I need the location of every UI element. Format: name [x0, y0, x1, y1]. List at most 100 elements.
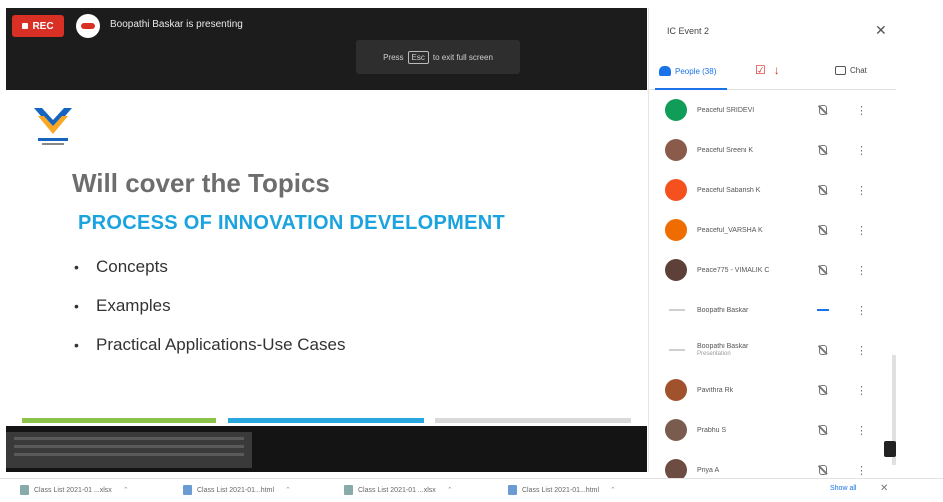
- more-options-icon[interactable]: ⋮: [856, 344, 867, 357]
- mic-off-icon[interactable]: [819, 385, 827, 395]
- mic-off-icon[interactable]: [819, 185, 827, 195]
- panel-actions: ☑ ↓: [755, 63, 780, 77]
- participant-name: Peaceful SRIDEVI: [697, 106, 755, 114]
- tab-chat-label: Chat: [850, 66, 867, 75]
- participant-row[interactable]: Boopathi Baskar Presentation ⋮: [649, 330, 896, 370]
- mic-off-icon[interactable]: [819, 345, 827, 355]
- esc-key: Esc: [407, 50, 429, 64]
- more-options-icon[interactable]: ⋮: [856, 104, 867, 117]
- presenting-status: Boopathi Baskar is presenting: [110, 19, 243, 30]
- more-options-icon[interactable]: ⋮: [856, 144, 867, 157]
- participant-row[interactable]: Peace775 - VIMALIK C ⋮: [649, 250, 896, 290]
- mic-off-icon[interactable]: [819, 225, 827, 235]
- panel-tabs: People (38) ☑ ↓ Chat: [649, 60, 896, 90]
- mic-off-icon[interactable]: [819, 145, 827, 155]
- panel-title: IC Event 2: [667, 26, 710, 36]
- avatar: [665, 139, 687, 161]
- chevron-up-icon[interactable]: ⌃: [447, 486, 453, 494]
- participant-name: Peaceful_VARSHA K: [697, 226, 763, 234]
- participant-row[interactable]: Peaceful Sreeni K ⋮: [649, 130, 896, 170]
- tab-chat[interactable]: Chat: [835, 66, 867, 75]
- tab-people-label: People (38): [675, 66, 717, 76]
- avatar: [665, 99, 687, 121]
- participant-list: Peaceful SRIDEVI ⋮ Peaceful Sreeni K ⋮ Peace…: [649, 90, 896, 490]
- slide-title: Will cover the Topics: [72, 168, 330, 198]
- mic-off-icon[interactable]: [819, 465, 827, 475]
- avatar: [665, 419, 687, 441]
- slide-accent-bar-grey: [435, 418, 631, 423]
- participant-name: Pavithra Rk: [697, 386, 734, 394]
- participant-role: Presentation: [697, 351, 731, 357]
- download-item[interactable]: Class List 2021-01...html ⌃: [183, 485, 291, 495]
- presentation-stage: REC Boopathi Baskar is presenting Press …: [6, 8, 647, 472]
- participant-row[interactable]: Peaceful Sabarish K ⋮: [649, 170, 896, 210]
- download-arrow-icon[interactable]: ↓: [774, 63, 780, 77]
- chat-icon: [835, 66, 846, 75]
- file-icon: [508, 485, 517, 495]
- bullet-item: • Concepts: [74, 257, 168, 276]
- institution-logo: [34, 108, 72, 145]
- more-options-icon[interactable]: ⋮: [856, 184, 867, 197]
- slide-accent-bar-green: [22, 418, 216, 423]
- show-all-link[interactable]: Show all: [830, 485, 856, 492]
- participant-row[interactable]: Peaceful SRIDEVI ⋮: [649, 90, 896, 130]
- close-icon[interactable]: ✕: [880, 483, 888, 494]
- chevron-up-icon[interactable]: ⌃: [610, 486, 616, 494]
- participant-name: Peace775 - VIMALIK C: [697, 266, 770, 274]
- fullscreen-hint-post: to exit full screen: [432, 52, 493, 62]
- attendance-icon[interactable]: ☑: [755, 63, 766, 77]
- fullscreen-hint: Press Esc to exit full screen: [356, 40, 520, 74]
- self-view-strip: [6, 426, 647, 472]
- file-icon: [183, 485, 192, 495]
- slide-accent-bar-blue: [228, 418, 424, 423]
- avatar: [669, 309, 685, 311]
- avatar: [665, 219, 687, 241]
- slide-subtitle: PROCESS OF INNOVATION DEVELOPMENT: [78, 212, 505, 234]
- participant-row[interactable]: Pavithra Rk ⋮: [649, 370, 896, 410]
- mic-off-icon[interactable]: [819, 105, 827, 115]
- recording-badge: REC: [12, 15, 64, 37]
- people-icon: [659, 66, 671, 76]
- avatar: [665, 259, 687, 281]
- recording-label: REC: [32, 20, 54, 32]
- side-tab-handle[interactable]: [884, 441, 896, 457]
- more-options-icon[interactable]: ⋮: [856, 304, 867, 317]
- more-options-icon[interactable]: ⋮: [856, 264, 867, 277]
- avatar: [669, 349, 685, 351]
- record-icon: [22, 23, 29, 29]
- more-options-icon[interactable]: ⋮: [856, 224, 867, 237]
- avatar: [665, 379, 687, 401]
- download-item[interactable]: Class List 2021-01 ...xlsx ⌃: [20, 485, 129, 495]
- stage-topbar: REC Boopathi Baskar is presenting Press …: [6, 8, 647, 90]
- participant-name: Peaceful Sabarish K: [697, 186, 761, 194]
- participant-name: Prabhu S: [697, 426, 727, 434]
- download-item[interactable]: Class List 2021-01 ...xlsx ⌃: [344, 485, 453, 495]
- bullet-item: • Practical Applications-Use Cases: [74, 335, 346, 354]
- mic-off-icon[interactable]: [819, 425, 827, 435]
- file-icon: [20, 485, 29, 495]
- more-options-icon[interactable]: ⋮: [856, 424, 867, 437]
- avatar: [665, 179, 687, 201]
- download-bar: Class List 2021-01 ...xlsx ⌃ Class List …: [0, 478, 943, 502]
- people-panel: IC Event 2 ✕ People (38) ☑ ↓ Chat Peacef…: [648, 8, 896, 481]
- tab-people[interactable]: People (38): [659, 66, 716, 76]
- slide: Will cover the Topics PROCESS OF INNOVAT…: [6, 90, 647, 426]
- participant-row[interactable]: Prabhu S ⋮: [649, 410, 896, 450]
- chevron-up-icon[interactable]: ⌃: [123, 486, 129, 494]
- participant-name: Peaceful Sreeni K: [697, 146, 754, 154]
- self-view-thumbnail[interactable]: [6, 432, 252, 468]
- chevron-up-icon[interactable]: ⌃: [285, 486, 291, 494]
- meet-window: REC Boopathi Baskar is presenting Press …: [0, 0, 943, 502]
- bullet-list: • Concepts • Examples • Practical Applicati…: [74, 256, 345, 373]
- participant-name: Boopathi Baskar: [697, 306, 749, 314]
- presenter-avatar: [76, 14, 100, 38]
- audio-level-icon[interactable]: [817, 309, 829, 311]
- mic-off-icon[interactable]: [819, 265, 827, 275]
- participant-row[interactable]: Boopathi Baskar ⋮: [649, 290, 896, 330]
- participant-row[interactable]: Peaceful_VARSHA K ⋮: [649, 210, 896, 250]
- more-options-icon[interactable]: ⋮: [856, 384, 867, 397]
- download-item[interactable]: Class List 2021-01...html ⌃: [508, 485, 616, 495]
- file-icon: [344, 485, 353, 495]
- more-options-icon[interactable]: ⋮: [856, 464, 867, 477]
- close-icon[interactable]: ✕: [875, 22, 887, 39]
